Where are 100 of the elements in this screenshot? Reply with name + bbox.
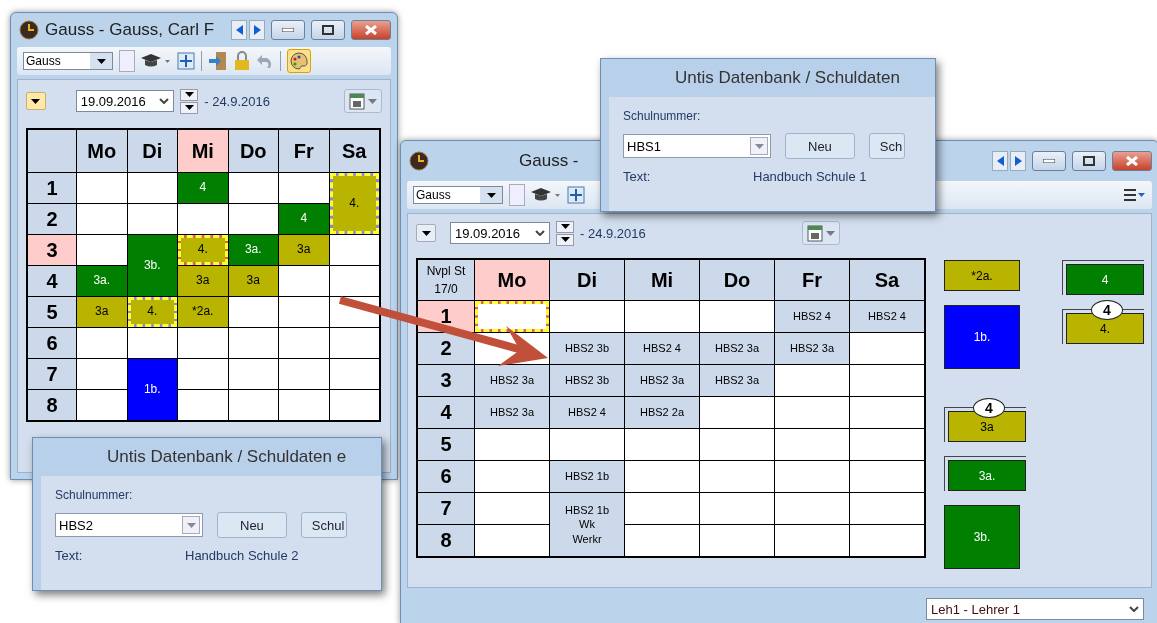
teacher-dropdown[interactable]: Leh1 - Lehrer 1 bbox=[926, 598, 1144, 620]
day-header[interactable]: Mo bbox=[475, 260, 549, 300]
minimize-button[interactable] bbox=[271, 20, 305, 40]
day-header[interactable]: Mi bbox=[625, 260, 699, 300]
grid-icon[interactable] bbox=[567, 186, 585, 204]
close-button[interactable] bbox=[1112, 151, 1152, 171]
left-triangle-icon bbox=[235, 25, 243, 35]
period-header[interactable]: 1 bbox=[28, 173, 76, 203]
next-button[interactable] bbox=[249, 20, 265, 40]
date-field[interactable]: 19.09.2016 bbox=[450, 222, 550, 244]
period-header[interactable]: 6 bbox=[28, 328, 76, 358]
calendar-button[interactable] bbox=[344, 89, 382, 113]
lesson-block[interactable]: 1b. bbox=[127, 359, 177, 420]
calendar-button[interactable] bbox=[801, 221, 840, 245]
period-header[interactable]: 4 bbox=[28, 266, 76, 296]
day-header[interactable]: Do bbox=[700, 260, 774, 300]
maximize-button[interactable] bbox=[1072, 151, 1106, 171]
lesson-block[interactable]: HBS2 3a bbox=[475, 365, 549, 396]
day-header[interactable]: Fr bbox=[279, 130, 329, 172]
dialog-button[interactable]: Neu bbox=[785, 133, 855, 159]
period-header[interactable]: 8 bbox=[28, 390, 76, 420]
grid-icon[interactable] bbox=[177, 52, 195, 70]
lock-icon[interactable] bbox=[234, 51, 250, 71]
lesson-block[interactable]: 4. bbox=[178, 235, 228, 265]
next-button[interactable] bbox=[1010, 151, 1026, 171]
day-header[interactable]: Mo bbox=[77, 130, 127, 172]
lesson-block[interactable]: HBS2 3a bbox=[625, 365, 699, 396]
date-spinner[interactable] bbox=[556, 220, 574, 246]
period-header[interactable]: 7 bbox=[28, 359, 76, 389]
lesson-block[interactable]: 3a. bbox=[228, 235, 278, 265]
palette-button[interactable] bbox=[287, 49, 311, 73]
graduation-cap-icon[interactable] bbox=[141, 53, 171, 69]
period-header[interactable]: 5 bbox=[28, 297, 76, 327]
lesson-block[interactable]: HBS2 3b bbox=[550, 333, 624, 364]
day-header[interactable]: Mi bbox=[178, 130, 228, 172]
caret-icon bbox=[368, 98, 377, 104]
lesson-block[interactable]: 3a bbox=[228, 266, 278, 296]
date-field[interactable]: 19.09.2016 bbox=[75, 90, 175, 112]
date-range-end: - 24.9.2016 bbox=[580, 225, 646, 241]
dialog-button[interactable]: Schul bbox=[300, 512, 348, 538]
minimize-button[interactable] bbox=[1032, 151, 1066, 171]
period-header[interactable]: 8 bbox=[418, 525, 474, 556]
previous-button[interactable] bbox=[992, 151, 1008, 171]
lesson-block[interactable]: 3a bbox=[279, 235, 329, 265]
lesson-card[interactable]: 1b. bbox=[944, 305, 1020, 369]
close-button[interactable] bbox=[351, 20, 391, 40]
period-header[interactable]: 2 bbox=[28, 204, 76, 234]
day-header[interactable]: Di bbox=[550, 260, 624, 300]
dialog-button[interactable]: Sch bbox=[868, 133, 906, 159]
element-combobox[interactable]: Gauss bbox=[23, 52, 113, 70]
lesson-block[interactable]: HBS2 4 bbox=[550, 397, 624, 428]
period-header[interactable]: 2 bbox=[418, 333, 474, 364]
lesson-block[interactable]: 4 bbox=[178, 173, 228, 203]
period-header[interactable]: 3 bbox=[28, 235, 76, 265]
day-header[interactable]: Sa bbox=[329, 130, 379, 172]
graduation-cap-icon[interactable] bbox=[531, 187, 561, 203]
lesson-block[interactable]: HBS2 3a bbox=[700, 365, 774, 396]
period-header[interactable]: 5 bbox=[418, 429, 474, 460]
lesson-block[interactable]: 4. bbox=[127, 297, 177, 327]
period-header[interactable]: 3 bbox=[418, 365, 474, 396]
lesson-block[interactable]: HBS2 3a bbox=[475, 397, 549, 428]
period-header[interactable]: 7 bbox=[418, 493, 474, 524]
lesson-block[interactable]: 4. bbox=[329, 173, 379, 234]
period-header[interactable]: 6 bbox=[418, 461, 474, 492]
lesson-block[interactable]: HBS2 1b Wk Werkr bbox=[550, 493, 624, 556]
lesson-block[interactable]: 3a bbox=[178, 266, 228, 296]
lesson-block[interactable]: HBS2 1b bbox=[550, 461, 624, 492]
day-header[interactable]: Fr bbox=[775, 260, 849, 300]
lesson-block[interactable]: HBS2 4 bbox=[625, 333, 699, 364]
lesson-block[interactable]: 3a bbox=[77, 297, 127, 327]
collapse-button[interactable] bbox=[26, 92, 46, 110]
lesson-block[interactable]: HBS2 3a bbox=[775, 333, 849, 364]
lesson-block[interactable]: *2a. bbox=[178, 297, 228, 327]
lesson-block[interactable]: 3b. bbox=[127, 235, 177, 296]
maximize-button[interactable] bbox=[311, 20, 345, 40]
school-number-combobox[interactable]: HBS1 bbox=[623, 134, 771, 158]
element-combobox[interactable]: Gauss bbox=[413, 186, 503, 204]
lesson-block[interactable] bbox=[475, 301, 549, 332]
collapse-button[interactable] bbox=[416, 224, 436, 242]
day-header[interactable]: Do bbox=[228, 130, 278, 172]
door-arrow-icon[interactable] bbox=[208, 51, 228, 71]
lesson-block[interactable]: 3a. bbox=[77, 266, 127, 296]
previous-button[interactable] bbox=[231, 20, 247, 40]
date-spinner[interactable] bbox=[180, 88, 199, 114]
dialog-button[interactable]: Neu bbox=[217, 512, 287, 538]
lesson-block[interactable]: HBS2 4 bbox=[775, 301, 849, 332]
lesson-block[interactable]: HBS2 3a bbox=[700, 333, 774, 364]
menu-icon[interactable] bbox=[1124, 188, 1146, 202]
day-header[interactable]: Di bbox=[127, 130, 177, 172]
lesson-block[interactable]: 4 bbox=[279, 204, 329, 234]
lesson-block[interactable]: HBS2 4 bbox=[850, 301, 924, 332]
lesson-card[interactable]: 3b. bbox=[944, 505, 1020, 569]
lesson-card[interactable]: 4 bbox=[1066, 264, 1144, 295]
school-number-combobox[interactable]: HBS2 bbox=[55, 513, 203, 537]
period-header[interactable]: 4 bbox=[418, 397, 474, 428]
lesson-card[interactable]: 3a. bbox=[948, 460, 1026, 491]
lesson-block[interactable]: HBS2 2a bbox=[625, 397, 699, 428]
lesson-card[interactable]: *2a. bbox=[944, 260, 1020, 291]
lesson-block[interactable]: HBS2 3b bbox=[550, 365, 624, 396]
day-header[interactable]: Sa bbox=[850, 260, 924, 300]
